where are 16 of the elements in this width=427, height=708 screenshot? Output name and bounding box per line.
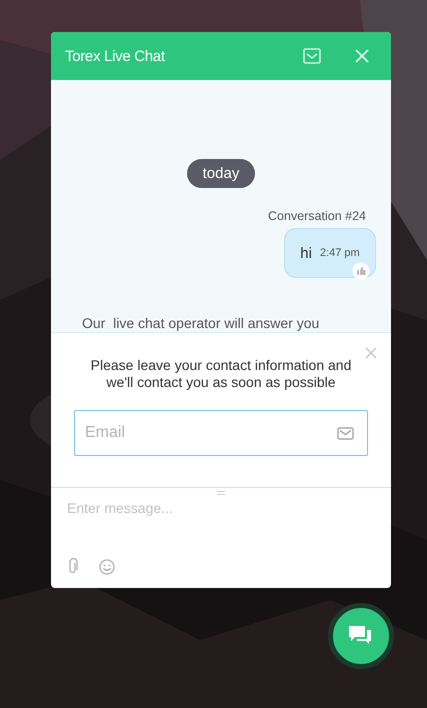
resize-handle-icon[interactable] [217, 491, 225, 495]
message-text: hi [300, 244, 312, 262]
contact-prompt: Please leave your contact information and we'll contact you as soon as possible [90, 357, 352, 391]
smiley-icon[interactable] [99, 558, 115, 574]
paperclip-icon[interactable] [67, 558, 79, 575]
envelope-icon[interactable] [303, 48, 321, 64]
envelope-icon [337, 427, 354, 440]
message-time: 2:47 pm [320, 247, 360, 259]
date-divider: today [186, 159, 256, 188]
window-title: Torex Live Chat [65, 48, 166, 64]
close-icon[interactable] [365, 347, 377, 359]
thumbs-up-icon[interactable] [352, 262, 370, 280]
operator-notice: Our live chat operator will answer you [82, 315, 320, 331]
conversation-label: Conversation #24 [268, 209, 366, 223]
message-field[interactable]: Enter message... [67, 500, 375, 546]
email-field[interactable]: Email [74, 410, 368, 456]
